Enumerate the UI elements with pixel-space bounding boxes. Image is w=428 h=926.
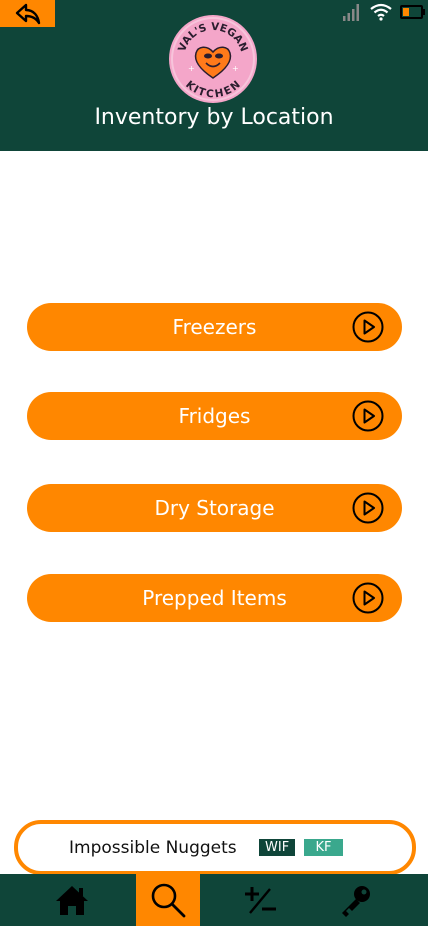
fridges-button[interactable]: Fridges bbox=[27, 392, 402, 440]
reply-arrow-icon bbox=[15, 3, 40, 24]
play-circle-icon bbox=[352, 492, 384, 524]
battery-icon bbox=[400, 5, 425, 19]
signal-icon bbox=[343, 4, 359, 21]
search-icon bbox=[151, 883, 186, 918]
plus-minus-icon bbox=[245, 887, 276, 914]
page-title: Inventory by Location bbox=[94, 105, 334, 130]
dry-storage-label: Dry Storage bbox=[154, 496, 275, 520]
dry-storage-button[interactable]: Dry Storage bbox=[27, 484, 402, 532]
svg-text:+: + bbox=[232, 64, 239, 73]
play-circle-icon bbox=[352, 311, 384, 343]
nav-adjust[interactable] bbox=[228, 874, 292, 926]
prepped-items-button[interactable]: Prepped Items bbox=[27, 574, 402, 622]
fridges-label: Fridges bbox=[178, 404, 251, 428]
vals-vegan-kitchen-logo: VAL'S VEGAN KITCHEN + + bbox=[168, 14, 258, 104]
nav-key[interactable] bbox=[324, 874, 388, 926]
current-item-bar[interactable]: Impossible Nuggets WIF KF bbox=[14, 820, 416, 875]
wif-badge: WIF bbox=[259, 839, 296, 856]
key-icon bbox=[342, 886, 370, 917]
svg-text:+: + bbox=[188, 64, 195, 73]
current-item-name: Impossible Nuggets bbox=[69, 838, 237, 858]
bottom-nav bbox=[0, 874, 428, 926]
back-button[interactable] bbox=[0, 0, 55, 27]
wifi-icon bbox=[370, 3, 392, 21]
freezers-label: Freezers bbox=[172, 315, 257, 339]
freezers-button[interactable]: Freezers bbox=[27, 303, 402, 351]
nav-home[interactable] bbox=[40, 874, 104, 926]
play-circle-icon bbox=[352, 582, 384, 614]
home-icon bbox=[56, 886, 88, 915]
nav-search[interactable] bbox=[136, 874, 200, 926]
prepped-items-label: Prepped Items bbox=[142, 586, 287, 610]
status-bar bbox=[342, 2, 426, 22]
app-header: VAL'S VEGAN KITCHEN + + Inventory by Loc… bbox=[0, 0, 428, 151]
play-circle-icon bbox=[352, 400, 384, 432]
kf-badge: KF bbox=[304, 839, 343, 856]
